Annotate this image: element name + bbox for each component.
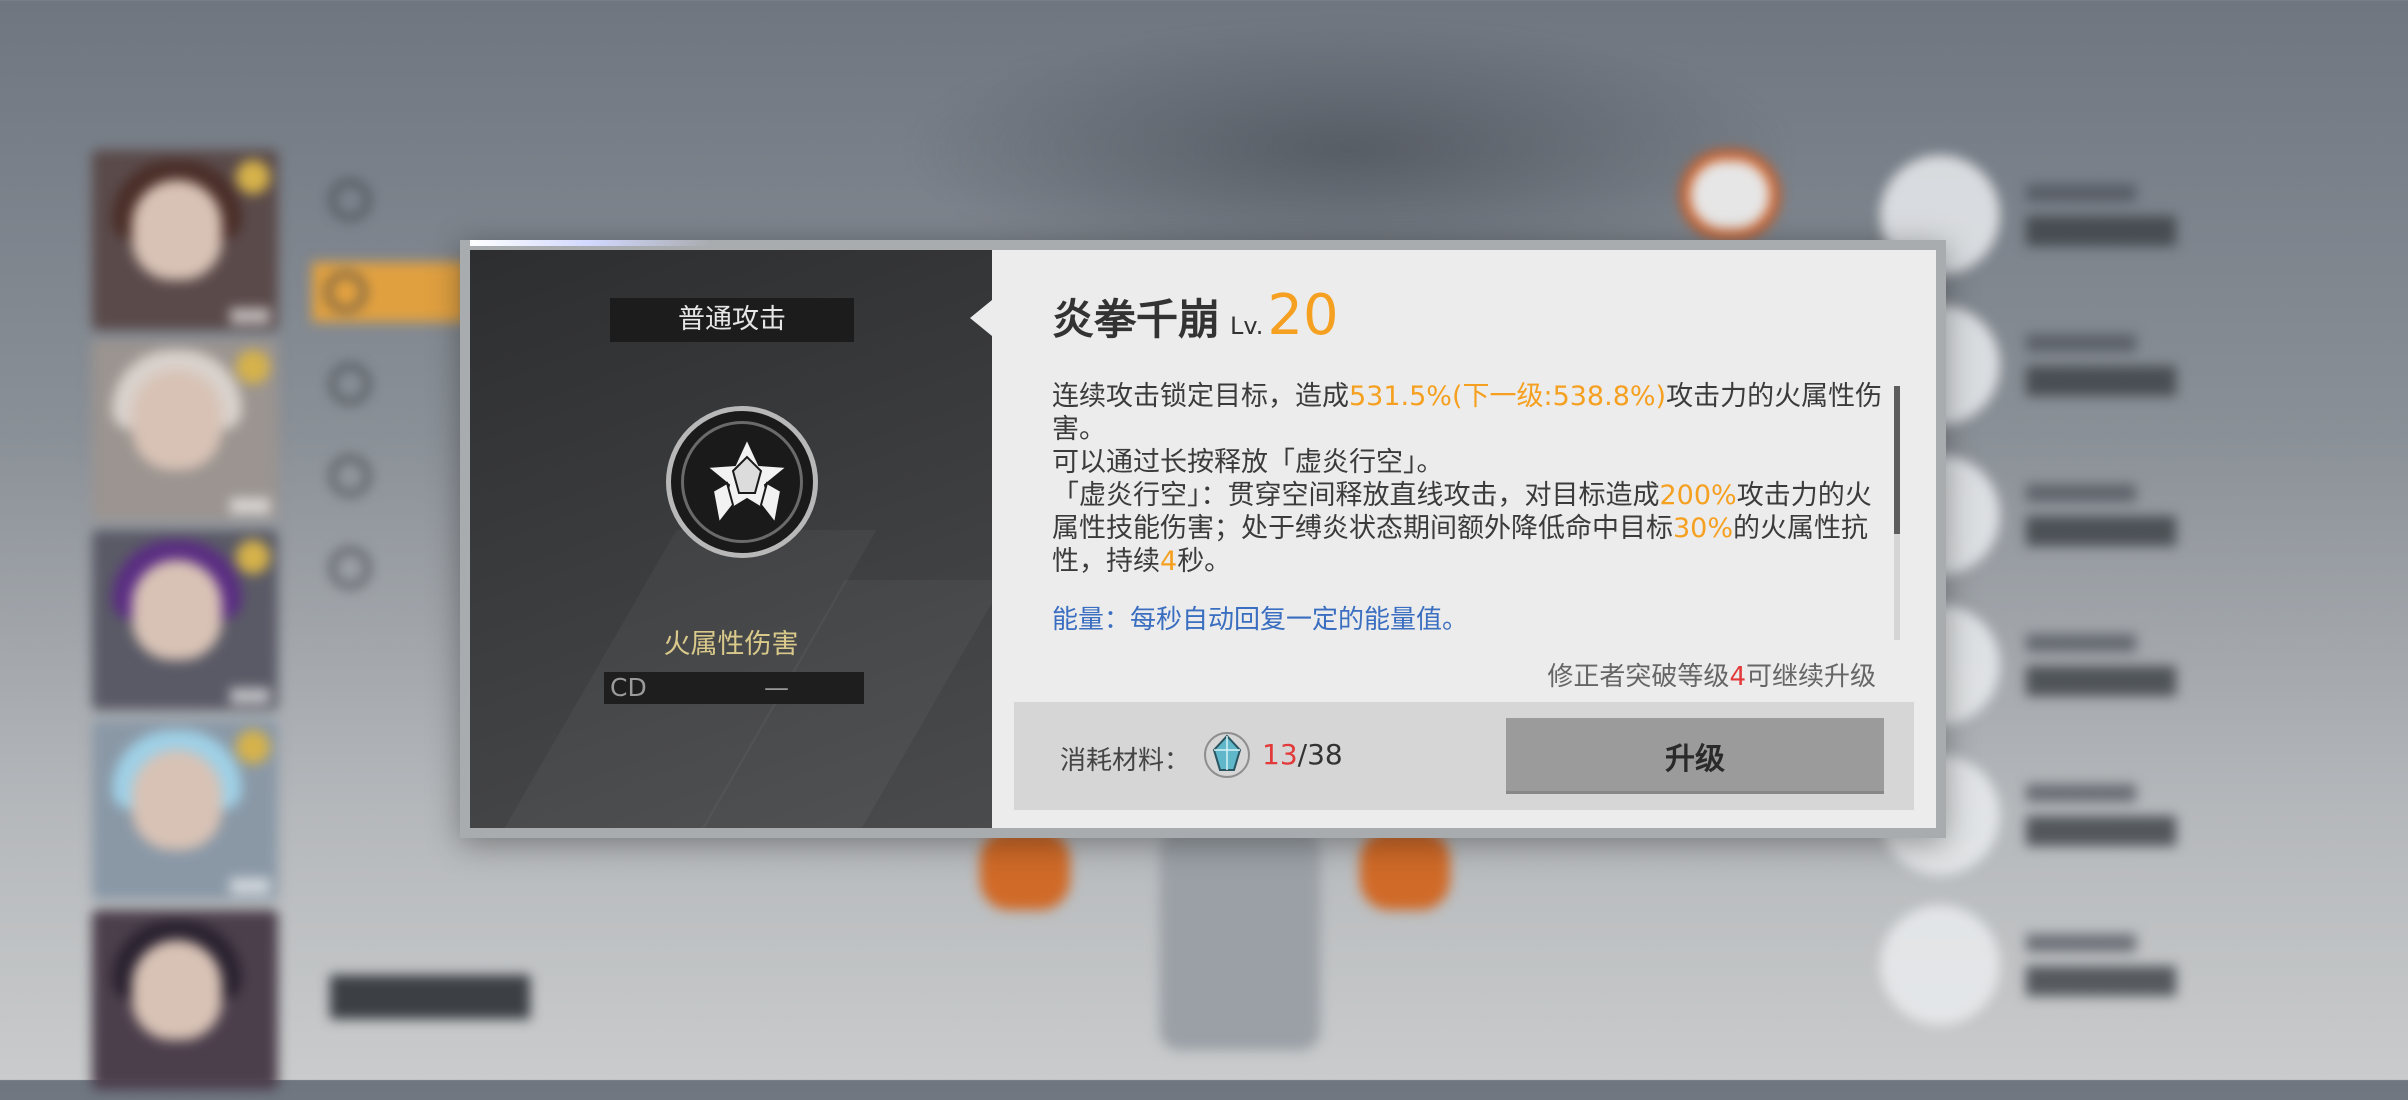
modal-glow	[470, 240, 710, 246]
cooldown-value: —	[764, 673, 789, 702]
rank-badge-icon	[236, 350, 270, 384]
description-para-2: 可以通过长按释放「虚炎行空」。	[1052, 447, 1444, 478]
attributes-icon	[330, 180, 370, 220]
character-roster	[92, 150, 282, 1100]
skill-name: 炎拳千崩	[1052, 295, 1221, 344]
description-para-3: 「虚炎行空」：贯穿空间释放直线攻击，对目标造成200%攻击力的火属性技能伤害；处…	[1052, 480, 1872, 577]
skill-level: 20	[1267, 283, 1339, 348]
roster-filter-button[interactable]	[330, 975, 530, 1019]
cooldown-bar: CD —	[604, 672, 864, 704]
skill-summary-panel: 普通攻击 火属性伤害 CD —	[470, 250, 992, 828]
faction-emblem-icon	[1680, 150, 1780, 240]
panel-pointer	[970, 300, 992, 336]
imprint-icon	[330, 548, 370, 588]
menu-item-weapon[interactable]	[330, 446, 480, 506]
rank-badge-icon	[236, 730, 270, 764]
crystal-material-icon[interactable]	[1202, 730, 1252, 780]
menu-item-attributes[interactable]	[330, 170, 480, 230]
description-para-1: 连续攻击锁定目标，造成531.5%(下一级:538.8%)攻击力的火属性伤害。	[1052, 381, 1883, 445]
character-card[interactable]	[92, 530, 278, 710]
menu-item-awaken[interactable]	[330, 354, 480, 414]
cost-label: 消耗材料：	[1060, 746, 1191, 776]
description-scroll-thumb[interactable]	[1894, 386, 1900, 534]
rank-badge-icon	[236, 160, 270, 194]
skill-icon	[1880, 905, 2000, 1025]
awaken-icon	[330, 364, 370, 404]
character-legs	[1160, 830, 1320, 1050]
character-glove-right	[1360, 830, 1450, 910]
character-card[interactable]	[92, 910, 278, 1090]
weapon-icon	[330, 456, 370, 496]
character-card[interactable]	[92, 150, 278, 330]
element-damage-label: 火属性伤害	[663, 629, 799, 660]
skill-title-row: 炎拳千崩 Lv. 20	[1052, 286, 1339, 347]
character-glove-left	[980, 830, 1070, 910]
skill-detail-panel: 炎拳千崩 Lv. 20 连续攻击锁定目标，造成531.5%(下一级:538.8%…	[992, 250, 1936, 828]
skills-icon	[326, 272, 366, 312]
side-menu	[312, 170, 480, 630]
energy-note: 能量：每秒自动回复一定的能量值。	[1052, 605, 1469, 635]
upgrade-cost-bar: 消耗材料： 13/38 升级	[1014, 702, 1914, 810]
character-card[interactable]	[92, 720, 278, 900]
material-count: 13/38	[1262, 738, 1343, 771]
skill-detail-modal: 普通攻击 火属性伤害 CD — 炎拳千崩 Lv. 20 连续攻击锁定目标，造成5…	[460, 240, 1946, 838]
skill-list-item[interactable]	[1880, 890, 2300, 1040]
menu-item-imprint[interactable]	[330, 538, 480, 598]
skill-description[interactable]: 连续攻击锁定目标，造成531.5%(下一级:538.8%)攻击力的火属性伤害。 …	[1052, 380, 1886, 642]
skill-category-label: 普通攻击	[610, 298, 854, 342]
fist-skill-icon	[666, 406, 818, 558]
upgrade-button[interactable]: 升级	[1506, 718, 1884, 794]
level-prefix: Lv.	[1230, 312, 1264, 340]
character-card[interactable]	[92, 340, 278, 520]
menu-item-skills[interactable]	[312, 262, 466, 322]
cooldown-label: CD	[610, 673, 647, 702]
rank-badge-icon	[236, 540, 270, 574]
upgrade-requirement: 修正者突破等级4可继续升级	[1547, 662, 1876, 692]
